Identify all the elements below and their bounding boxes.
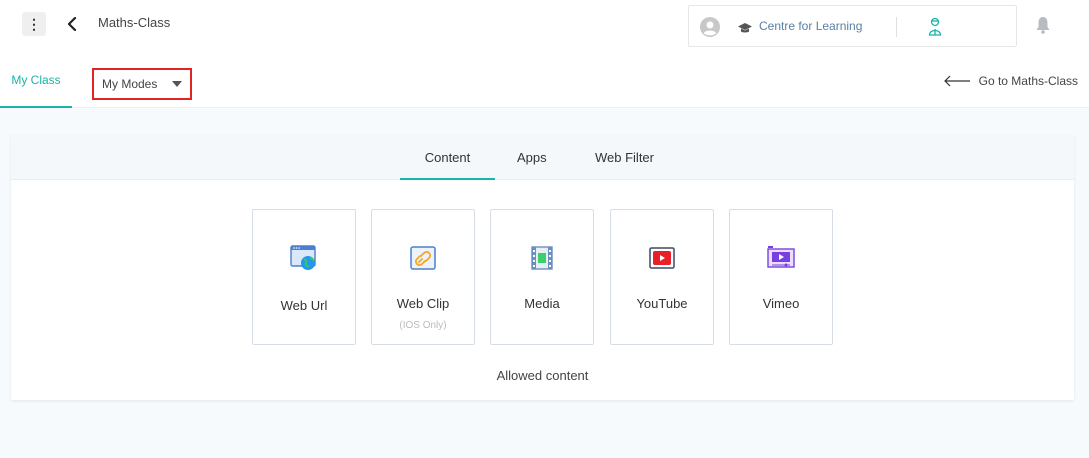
- tab-web-filter[interactable]: Web Filter: [595, 150, 654, 165]
- panel-tabs: Content Apps Web Filter: [11, 135, 1074, 180]
- card-vimeo[interactable]: Vimeo: [729, 209, 833, 345]
- web-clip-icon: [408, 244, 438, 272]
- web-url-icon: [289, 244, 319, 272]
- sub-nav: My Class My Modes Go to Maths-Class: [0, 54, 1089, 108]
- bell-icon[interactable]: [1035, 15, 1051, 35]
- teacher-icon[interactable]: [927, 17, 943, 37]
- allowed-content-label: Allowed content: [496, 368, 589, 383]
- youtube-icon: [647, 244, 677, 272]
- media-icon: [527, 244, 557, 272]
- go-to-class-link[interactable]: Go to Maths-Class: [943, 74, 1078, 88]
- divider: [896, 17, 897, 37]
- tab-my-modes-dropdown[interactable]: My Modes: [92, 68, 192, 100]
- user-avatar-icon: [700, 17, 720, 37]
- card-label: Web Url: [280, 298, 328, 313]
- vimeo-icon: [766, 244, 796, 272]
- card-label: Web Clip: [396, 296, 450, 311]
- caret-down-icon: [172, 81, 182, 87]
- arrow-left-icon: [943, 75, 970, 87]
- card-web-clip[interactable]: Web Clip (IOS Only): [371, 209, 475, 345]
- org-name: Centre for Learning: [759, 19, 863, 33]
- kebab-menu-icon[interactable]: ⋮: [22, 12, 46, 36]
- card-label: Vimeo: [762, 296, 800, 311]
- tab-apps[interactable]: Apps: [517, 150, 547, 165]
- go-to-class-label: Go to Maths-Class: [978, 74, 1078, 88]
- back-chevron-icon[interactable]: [64, 13, 80, 35]
- card-label: Media: [524, 296, 560, 311]
- main-area: Content Apps Web Filter Web Url Web Clip…: [0, 108, 1089, 458]
- top-bar: ⋮ Maths-Class Centre for Learning: [0, 0, 1089, 54]
- graduation-cap-icon: [737, 21, 753, 33]
- card-youtube[interactable]: YouTube: [610, 209, 714, 345]
- card-sublabel: (IOS Only): [399, 320, 447, 331]
- tab-my-modes-label: My Modes: [102, 77, 158, 91]
- tab-content[interactable]: Content: [400, 150, 495, 180]
- tab-my-class[interactable]: My Class: [0, 54, 72, 108]
- page-title: Maths-Class: [98, 15, 171, 30]
- card-media[interactable]: Media: [490, 209, 594, 345]
- org-selector[interactable]: Centre for Learning: [688, 5, 1017, 47]
- card-label: YouTube: [636, 296, 688, 311]
- card-web-url[interactable]: Web Url: [252, 209, 356, 345]
- modes-panel: Content Apps Web Filter Web Url Web Clip…: [11, 135, 1074, 400]
